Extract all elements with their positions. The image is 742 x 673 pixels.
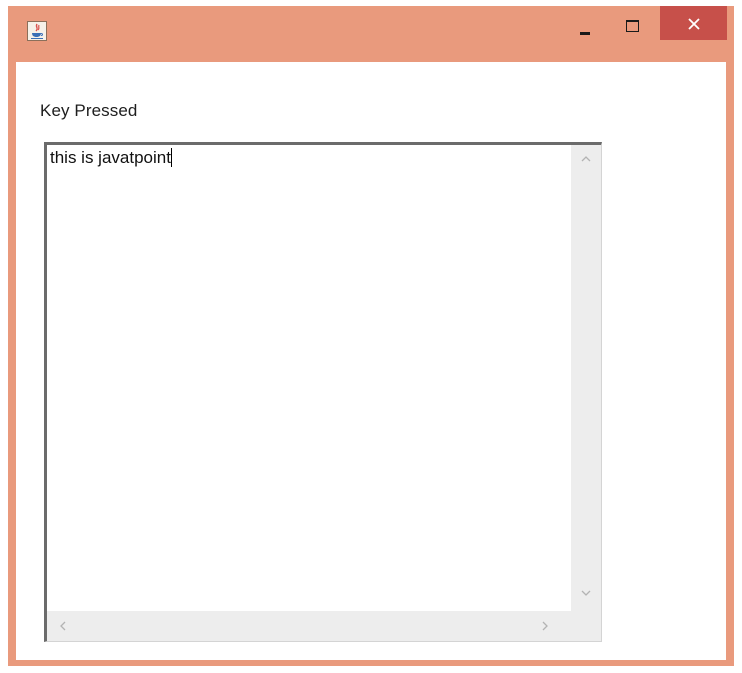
- text-area-content[interactable]: this is javatpoint: [50, 148, 172, 168]
- minimize-button[interactable]: [563, 12, 609, 40]
- vertical-scrollbar[interactable]: [571, 145, 601, 611]
- maximize-icon: [626, 20, 639, 32]
- java-app-icon[interactable]: [27, 21, 47, 41]
- minimize-icon: [580, 32, 590, 35]
- text-area[interactable]: this is javatpoint: [44, 142, 602, 642]
- close-button[interactable]: [660, 6, 727, 40]
- title-bar[interactable]: [8, 6, 734, 61]
- chevron-up-icon[interactable]: [580, 153, 592, 165]
- maximize-button[interactable]: [609, 12, 655, 40]
- chevron-down-icon[interactable]: [580, 587, 592, 599]
- chevron-right-icon[interactable]: [539, 620, 551, 632]
- close-icon: [688, 18, 700, 30]
- scrollbar-corner: [571, 611, 601, 641]
- text-caret: [170, 148, 172, 167]
- key-status-label: Key Pressed: [40, 101, 138, 120]
- horizontal-scrollbar[interactable]: [47, 611, 571, 641]
- text-area-value: this is javatpoint: [50, 148, 171, 167]
- chevron-left-icon[interactable]: [57, 620, 69, 632]
